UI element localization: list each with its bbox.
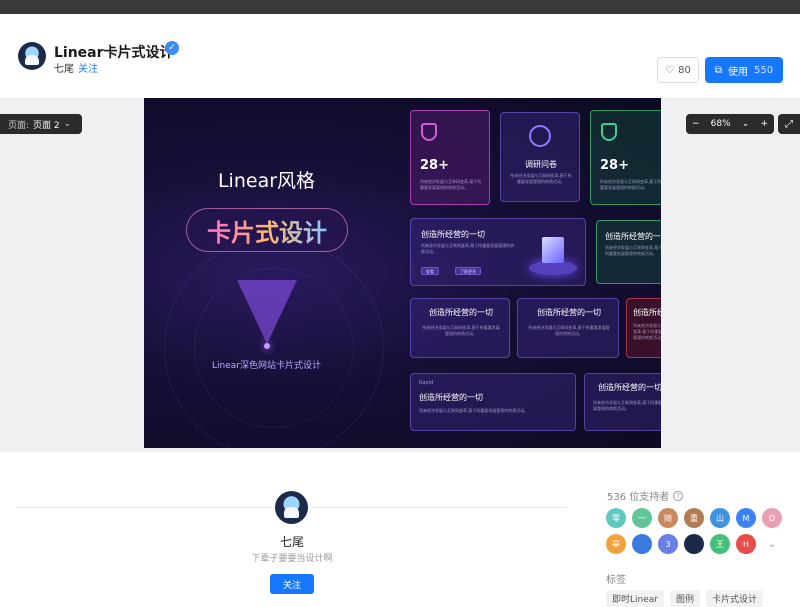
glow-dot <box>264 343 270 349</box>
profile-avatar[interactable] <box>275 491 308 524</box>
supporter-avatar[interactable]: 随 <box>658 508 678 528</box>
server-cube-icon <box>542 237 564 263</box>
slogan-card: 创造所经营的一切 所来经济发展与互联网变革,基于所重要发展管理的转换活动。 <box>626 298 661 358</box>
cube-base-shape <box>529 261 577 275</box>
card-body-text: 所来经济发展与互联网变革,基于所重要发展管理的转换活动。 <box>420 179 482 190</box>
card-body-text: 所来经济发展与互联网变革,基于所重要发展管理的转换活动。 <box>421 243 515 254</box>
supporter-avatar[interactable]: M <box>736 508 756 528</box>
design-pill-text: 卡片式设计 <box>207 213 327 248</box>
design-pill: 卡片式设计 <box>186 208 348 252</box>
slogan-card: 创造所经营的一切 所来经济发展与互联网变革,基于所重要发展管理的转换活动。 <box>584 373 661 431</box>
fit-screen-button[interactable]: ⤢ <box>778 114 800 134</box>
card-body-text: 所来经济发展与互联网变革,基于所重要发展管理的转换活动。 <box>593 400 661 411</box>
page-selector[interactable]: 页面: 页面 2 ⌄ <box>0 114 82 134</box>
card-body-text: 所来经济发展与互联网变革,基于所重要发展管理的转换活动。 <box>422 325 500 336</box>
like-button[interactable]: ♡ 80 <box>657 57 699 83</box>
supporter-avatar[interactable] <box>684 534 704 554</box>
supporter-avatar[interactable]: 王 <box>710 534 730 554</box>
zoom-control: − 68% ⌄ + <box>686 114 774 134</box>
use-label: 使用 <box>728 66 749 78</box>
supporter-avatar[interactable]: 重 <box>684 508 704 528</box>
supporter-avatar[interactable]: 3 <box>658 534 678 554</box>
survey-card: 调研问卷 所来经济发展与互联网变革,基于所重要发展管理的转换活动。 <box>500 112 580 202</box>
use-count: 550 <box>754 64 774 76</box>
card-body-text: 所来经济发展与互联网变革,基于所重要发展管理的转换活动。 <box>528 325 610 336</box>
chip-button: 查看 <box>421 267 439 275</box>
card-title: 创造所经营的一切 <box>605 232 661 241</box>
light-cone <box>237 280 297 344</box>
zoom-in-button[interactable]: + <box>760 119 768 129</box>
supporters-label: 536 位支持者 <box>607 492 670 503</box>
supporters-count: 536 位支持者 ? <box>607 488 684 503</box>
supporter-avatar[interactable]: 旱 <box>606 534 626 554</box>
card-body-text: 所来经济发展与互联网变革,基于所重要发展管理的转换活动。 <box>605 245 661 256</box>
target-icon <box>529 125 551 147</box>
zoom-level[interactable]: 68% <box>711 119 731 129</box>
stat-number: 28+ <box>600 158 629 173</box>
card-title: 创造所经营的一切 <box>419 393 483 402</box>
tag-item[interactable]: 图例 <box>669 590 700 607</box>
supporter-avatar[interactable]: D <box>762 508 782 528</box>
heart-icon: ♡ <box>665 64 675 76</box>
card-title: 创造所经营的一切 <box>537 308 601 317</box>
slogan-card: Rapid 创造所经营的一切 所来经济发展与互联网变革,基于所重要发展管理的转换… <box>410 373 576 431</box>
supporter-avatar[interactable]: 一 <box>632 508 652 528</box>
slogan-card: 创造所经营的一切 所来经济发展与互联网变革,基于所重要发展管理的转换活动。 <box>410 298 510 358</box>
design-subtitle: Linear深色网站卡片式设计 <box>212 361 321 371</box>
card-title: 创造所经营的一切 <box>633 308 661 317</box>
slogan-card: 创造所经营的一切 所来经济发展与互联网变革,基于所重要发展管理的转换活动。 <box>517 298 619 358</box>
card-body-text: 所来经济发展与互联网变革,基于所重要发展管理的转换活动。 <box>419 408 529 413</box>
use-button[interactable]: ⧉ 使用 550 <box>705 57 783 83</box>
tags-label: 标签 <box>606 575 626 586</box>
tag-item[interactable]: 卡片式设计 <box>706 590 764 607</box>
shield-icon <box>421 123 437 141</box>
author-name[interactable]: 七尾 <box>54 60 74 75</box>
card-body-text: 所来经济发展与互联网变革,基于所重要发展管理的转换活动。 <box>633 323 661 340</box>
profile-name[interactable]: 七尾 <box>0 533 584 550</box>
chevron-down-icon: ⌄ <box>63 119 72 129</box>
card-body-text: 所来经济发展与互联网变革,基于所重要发展管理的转换活动。 <box>600 179 661 190</box>
profile-follow-button[interactable]: 关注 <box>270 574 314 594</box>
page-title: Linear卡片式设计 <box>54 45 174 61</box>
design-preview: Linear风格 卡片式设计 Linear深色网站卡片式设计 28+ 所来经济发… <box>144 98 661 448</box>
design-heading: Linear风格 <box>217 170 316 192</box>
follow-link[interactable]: 关注 <box>78 60 98 75</box>
card-tag: Rapid <box>419 380 434 386</box>
feature-card: 创造所经营的一切 所来经济发展与互联网变革,基于所重要发展管理的转换活动。 <box>596 220 661 284</box>
author-avatar[interactable] <box>18 42 46 70</box>
card-title: 创造所经营的一切 <box>598 383 661 392</box>
profile-bio: 下辈子要要当设计啊 <box>251 554 333 564</box>
card-body-text: 所来经济发展与互联网变革,基于所重要发展管理的转换活动。 <box>510 173 572 184</box>
card-title: 创造所经营的一切 <box>429 308 493 317</box>
shield-icon <box>601 123 617 141</box>
page-selector-label: 页面: <box>8 120 30 131</box>
stat-card: 28+ 所来经济发展与互联网变革,基于所重要发展管理的转换活动。 <box>410 110 490 205</box>
chevron-down-icon: ⌄ <box>741 119 750 129</box>
supporter-avatar[interactable] <box>632 534 652 554</box>
verified-badge-icon: ✓ <box>165 41 179 55</box>
zoom-out-button[interactable]: − <box>692 119 700 129</box>
supporter-avatar[interactable]: H <box>736 534 756 554</box>
tag-item[interactable]: 即时Linear <box>606 590 664 607</box>
chevron-down-icon[interactable]: ⌄ <box>762 534 782 554</box>
feature-card: 创造所经营的一切 所来经济发展与互联网变革,基于所重要发展管理的转换活动。 查看… <box>410 218 586 286</box>
like-count: 80 <box>678 64 691 76</box>
stat-card: 28+ 所来经济发展与互联网变革,基于所重要发展管理的转换活动。 <box>590 110 661 205</box>
copy-icon: ⧉ <box>714 64 723 76</box>
card-title: 创造所经营的一切 <box>421 230 485 239</box>
survey-title: 调研问卷 <box>525 160 557 169</box>
chip-button: 了解更多 <box>455 267 481 275</box>
page-selector-value: 页面 2 <box>33 120 60 131</box>
stat-number: 28+ <box>420 158 449 173</box>
browser-top-bar <box>0 0 800 14</box>
header: Linear卡片式设计 ✓ 七尾 关注 ♡ 80 ⧉ 使用 550 <box>0 14 800 98</box>
help-icon[interactable]: ? <box>673 490 684 501</box>
supporter-avatar[interactable]: 山 <box>710 508 730 528</box>
supporter-avatar[interactable]: 零 <box>606 508 626 528</box>
tag-list: 即时Linear 图例 卡片式设计 <box>606 590 764 607</box>
